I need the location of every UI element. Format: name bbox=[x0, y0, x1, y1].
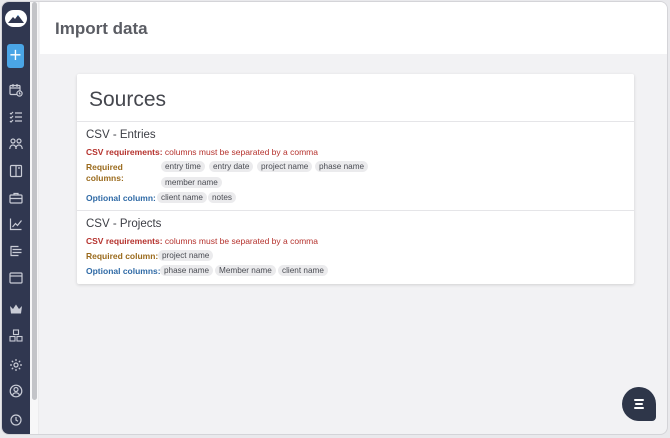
chip-required: entry time bbox=[161, 161, 205, 172]
csv-requirements-projects: CSV requirements: columns must be separa… bbox=[86, 236, 318, 246]
app-window: + Import data Sources CSV - Entries CSV … bbox=[2, 2, 667, 434]
card-title: Sources bbox=[89, 88, 167, 111]
add-button[interactable]: + bbox=[7, 44, 24, 68]
chat-button[interactable] bbox=[622, 387, 656, 421]
chat-icon bbox=[634, 399, 644, 409]
chart-line-icon[interactable] bbox=[8, 216, 23, 231]
scrollbar-thumb[interactable] bbox=[32, 2, 37, 400]
briefcase-icon[interactable] bbox=[8, 190, 23, 205]
mountain-logo-icon bbox=[8, 14, 24, 23]
crown-icon[interactable] bbox=[8, 301, 23, 316]
csv-requirements-text: columns must be separated by a comma bbox=[162, 147, 318, 157]
book-icon[interactable] bbox=[8, 163, 23, 178]
csv-requirements-text: columns must be separated by a comma bbox=[162, 236, 318, 246]
csv-requirements-entries: CSV requirements: columns must be separa… bbox=[86, 147, 318, 157]
chip-required: entry date bbox=[209, 161, 254, 172]
chip-required: phase name bbox=[315, 161, 369, 172]
chip-required: project name bbox=[158, 250, 214, 261]
chip-optional: phase name bbox=[160, 265, 214, 276]
list-tree-icon[interactable] bbox=[8, 243, 23, 258]
optional-columns-label-entries: Optional column: bbox=[86, 193, 156, 203]
csv-requirements-label: CSV requirements: bbox=[86, 236, 163, 246]
sidebar: + bbox=[2, 2, 30, 434]
chip-required: project name bbox=[257, 161, 313, 172]
sources-card: Sources CSV - Entries CSV requirements: … bbox=[77, 74, 634, 284]
chip-optional: client name bbox=[278, 265, 328, 276]
required-columns-label-entries: Required columns: bbox=[86, 162, 124, 183]
user-circle-icon[interactable] bbox=[8, 383, 23, 398]
optional-columns-label-projects: Optional columns: bbox=[86, 266, 161, 276]
checklist-icon[interactable] bbox=[8, 109, 23, 124]
chip-optional: notes bbox=[208, 192, 237, 203]
chip-required: member name bbox=[161, 177, 222, 188]
page-title: Import data bbox=[55, 19, 148, 38]
calendar-clock-icon[interactable] bbox=[8, 82, 23, 97]
source-title-entries: CSV - Entries bbox=[86, 129, 156, 141]
source-title-projects: CSV - Projects bbox=[86, 218, 162, 230]
divider bbox=[77, 121, 634, 122]
boxes-icon[interactable] bbox=[8, 328, 23, 343]
folder-icon[interactable] bbox=[8, 270, 23, 285]
chip-optional: Member name bbox=[215, 265, 276, 276]
logo[interactable] bbox=[5, 10, 27, 27]
history-icon[interactable] bbox=[8, 412, 23, 427]
divider bbox=[77, 210, 634, 211]
gear-icon[interactable] bbox=[8, 357, 23, 372]
chip-optional: client name bbox=[157, 192, 207, 203]
page-header: Import data bbox=[40, 2, 667, 54]
csv-requirements-label: CSV requirements: bbox=[86, 147, 163, 157]
team-icon[interactable] bbox=[8, 136, 23, 151]
required-column-label-projects: Required column: bbox=[86, 251, 159, 261]
